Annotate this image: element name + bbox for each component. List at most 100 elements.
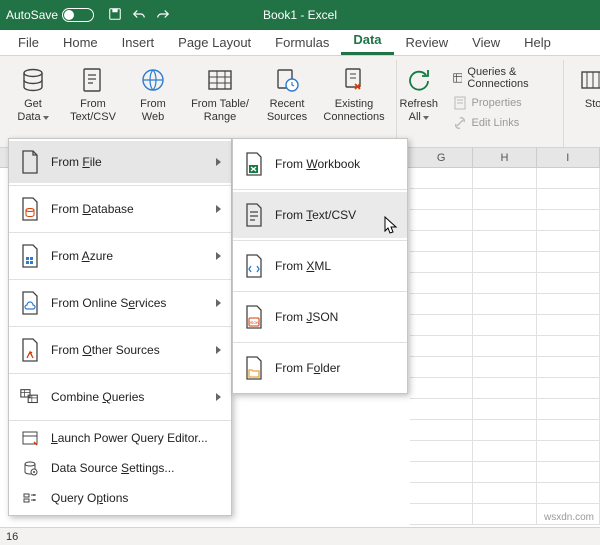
menu-from-azure[interactable]: From Azure (9, 235, 231, 277)
submenu-from-xml[interactable]: From XML (233, 243, 407, 289)
col-header-h[interactable]: H (473, 148, 536, 167)
menu-from-file[interactable]: From File (9, 141, 231, 183)
ribbon-group-stocks: Sto (564, 60, 600, 147)
refresh-icon (403, 64, 435, 96)
queries-column: Queries & Connections Properties Edit Li… (445, 62, 556, 145)
other-source-icon (19, 337, 41, 363)
from-table-button[interactable]: From Table/Range (186, 62, 254, 145)
menu-from-file-label: From File (51, 155, 206, 169)
submenu-from-json[interactable]: JSON From JSON (233, 294, 407, 340)
status-bar: 16 (0, 527, 600, 545)
menu-combine-label: Combine Queries (51, 390, 206, 404)
recent-icon (271, 64, 303, 96)
edit-links-button[interactable]: Edit Links (449, 114, 552, 132)
properties-button[interactable]: Properties (449, 94, 552, 112)
tab-page-layout[interactable]: Page Layout (166, 31, 263, 55)
tab-file[interactable]: File (6, 31, 51, 55)
chevron-right-icon (216, 346, 221, 354)
document-title: Book1 - Excel (263, 8, 337, 22)
recent-sources-label: RecentSources (267, 98, 307, 124)
menu-query-options-label: Query Options (51, 491, 128, 505)
from-textcsv-label: FromText/CSV (70, 98, 116, 124)
from-textcsv-button[interactable]: FromText/CSV (66, 62, 120, 145)
settings-icon (19, 460, 41, 476)
properties-label: Properties (472, 97, 522, 109)
menu-from-azure-label: From Azure (51, 249, 206, 263)
stocks-button[interactable]: Sto (566, 62, 600, 145)
recent-sources-button[interactable]: RecentSources (260, 62, 314, 145)
quick-access-toolbar (108, 7, 170, 24)
tab-data[interactable]: Data (341, 28, 393, 55)
existing-connections-button[interactable]: ExistingConnections (320, 62, 388, 145)
stocks-icon (577, 64, 600, 96)
submenu-from-folder-label: From Folder (275, 361, 397, 375)
xml-file-icon (243, 253, 265, 279)
edit-links-label: Edit Links (472, 117, 520, 129)
tab-insert[interactable]: Insert (110, 31, 167, 55)
col-header-g[interactable]: G (410, 148, 473, 167)
refresh-all-label: RefreshAll (400, 98, 439, 124)
undo-icon[interactable] (132, 7, 146, 24)
submenu-from-textcsv[interactable]: From Text/CSV (233, 192, 407, 238)
get-data-button[interactable]: GetData (6, 62, 60, 145)
from-web-button[interactable]: FromWeb (126, 62, 180, 145)
menu-query-options[interactable]: Query Options (9, 483, 231, 513)
queries-connections-button[interactable]: Queries & Connections (449, 64, 552, 92)
json-file-icon: JSON (243, 304, 265, 330)
from-file-submenu: From Workbook From Text/CSV From XML JSO… (232, 138, 408, 394)
pq-editor-icon (19, 430, 41, 446)
ribbon: GetData FromText/CSV FromWeb From Table/… (0, 56, 600, 148)
submenu-from-workbook[interactable]: From Workbook (233, 141, 407, 187)
stocks-label: Sto (585, 98, 600, 111)
autosave-toggle[interactable]: AutoSave (6, 8, 94, 22)
submenu-from-xml-label: From XML (275, 259, 397, 273)
submenu-from-workbook-label: From Workbook (275, 157, 397, 171)
svg-text:JSON: JSON (249, 320, 260, 325)
database-file-icon (19, 196, 41, 222)
ribbon-group-queries: RefreshAll Queries & Connections Propert… (397, 60, 564, 147)
menu-launch-pq-editor[interactable]: Launch Power Query Editor... (9, 423, 231, 453)
refresh-all-button[interactable]: RefreshAll (399, 62, 439, 145)
combine-icon (19, 384, 41, 410)
menu-from-online-services[interactable]: From Online Services (9, 282, 231, 324)
chevron-right-icon (216, 158, 221, 166)
tab-view[interactable]: View (460, 31, 512, 55)
text-file-icon (77, 64, 109, 96)
file-icon (19, 149, 41, 175)
menu-ds-settings-label: Data Source Settings... (51, 461, 174, 475)
excel-file-icon (243, 151, 265, 177)
connection-icon (338, 64, 370, 96)
tab-help[interactable]: Help (512, 31, 563, 55)
menu-from-database-label: From Database (51, 202, 206, 216)
tab-home[interactable]: Home (51, 31, 110, 55)
title-bar: AutoSave Book1 - Excel (0, 0, 600, 30)
menu-from-other-sources[interactable]: From Other Sources (9, 329, 231, 371)
ribbon-group-get-transform: GetData FromText/CSV FromWeb From Table/… (4, 60, 397, 147)
col-header-i[interactable]: I (537, 148, 600, 167)
submenu-from-folder[interactable]: From Folder (233, 345, 407, 391)
globe-icon (137, 64, 169, 96)
save-icon[interactable] (108, 7, 122, 24)
menu-launch-pq-label: Launch Power Query Editor... (51, 431, 208, 445)
chevron-right-icon (216, 205, 221, 213)
table-icon (204, 64, 236, 96)
row-indicator: 16 (6, 531, 18, 543)
chevron-right-icon (216, 252, 221, 260)
menu-from-database[interactable]: From Database (9, 188, 231, 230)
chevron-right-icon (216, 393, 221, 401)
azure-icon (19, 243, 41, 269)
tab-review[interactable]: Review (394, 31, 461, 55)
tab-formulas[interactable]: Formulas (263, 31, 341, 55)
menu-data-source-settings[interactable]: Data Source Settings... (9, 453, 231, 483)
textcsv-file-icon (243, 202, 265, 228)
existing-connections-label: ExistingConnections (323, 98, 384, 124)
menu-from-online-label: From Online Services (51, 296, 206, 310)
redo-icon[interactable] (156, 7, 170, 24)
get-data-menu: From File From Database From Azure From … (8, 138, 232, 516)
chevron-right-icon (216, 299, 221, 307)
queries-connections-label: Queries & Connections (467, 66, 547, 90)
cloud-file-icon (19, 290, 41, 316)
options-icon (19, 490, 41, 506)
menu-combine-queries[interactable]: Combine Queries (9, 376, 231, 418)
menu-from-other-label: From Other Sources (51, 343, 206, 357)
